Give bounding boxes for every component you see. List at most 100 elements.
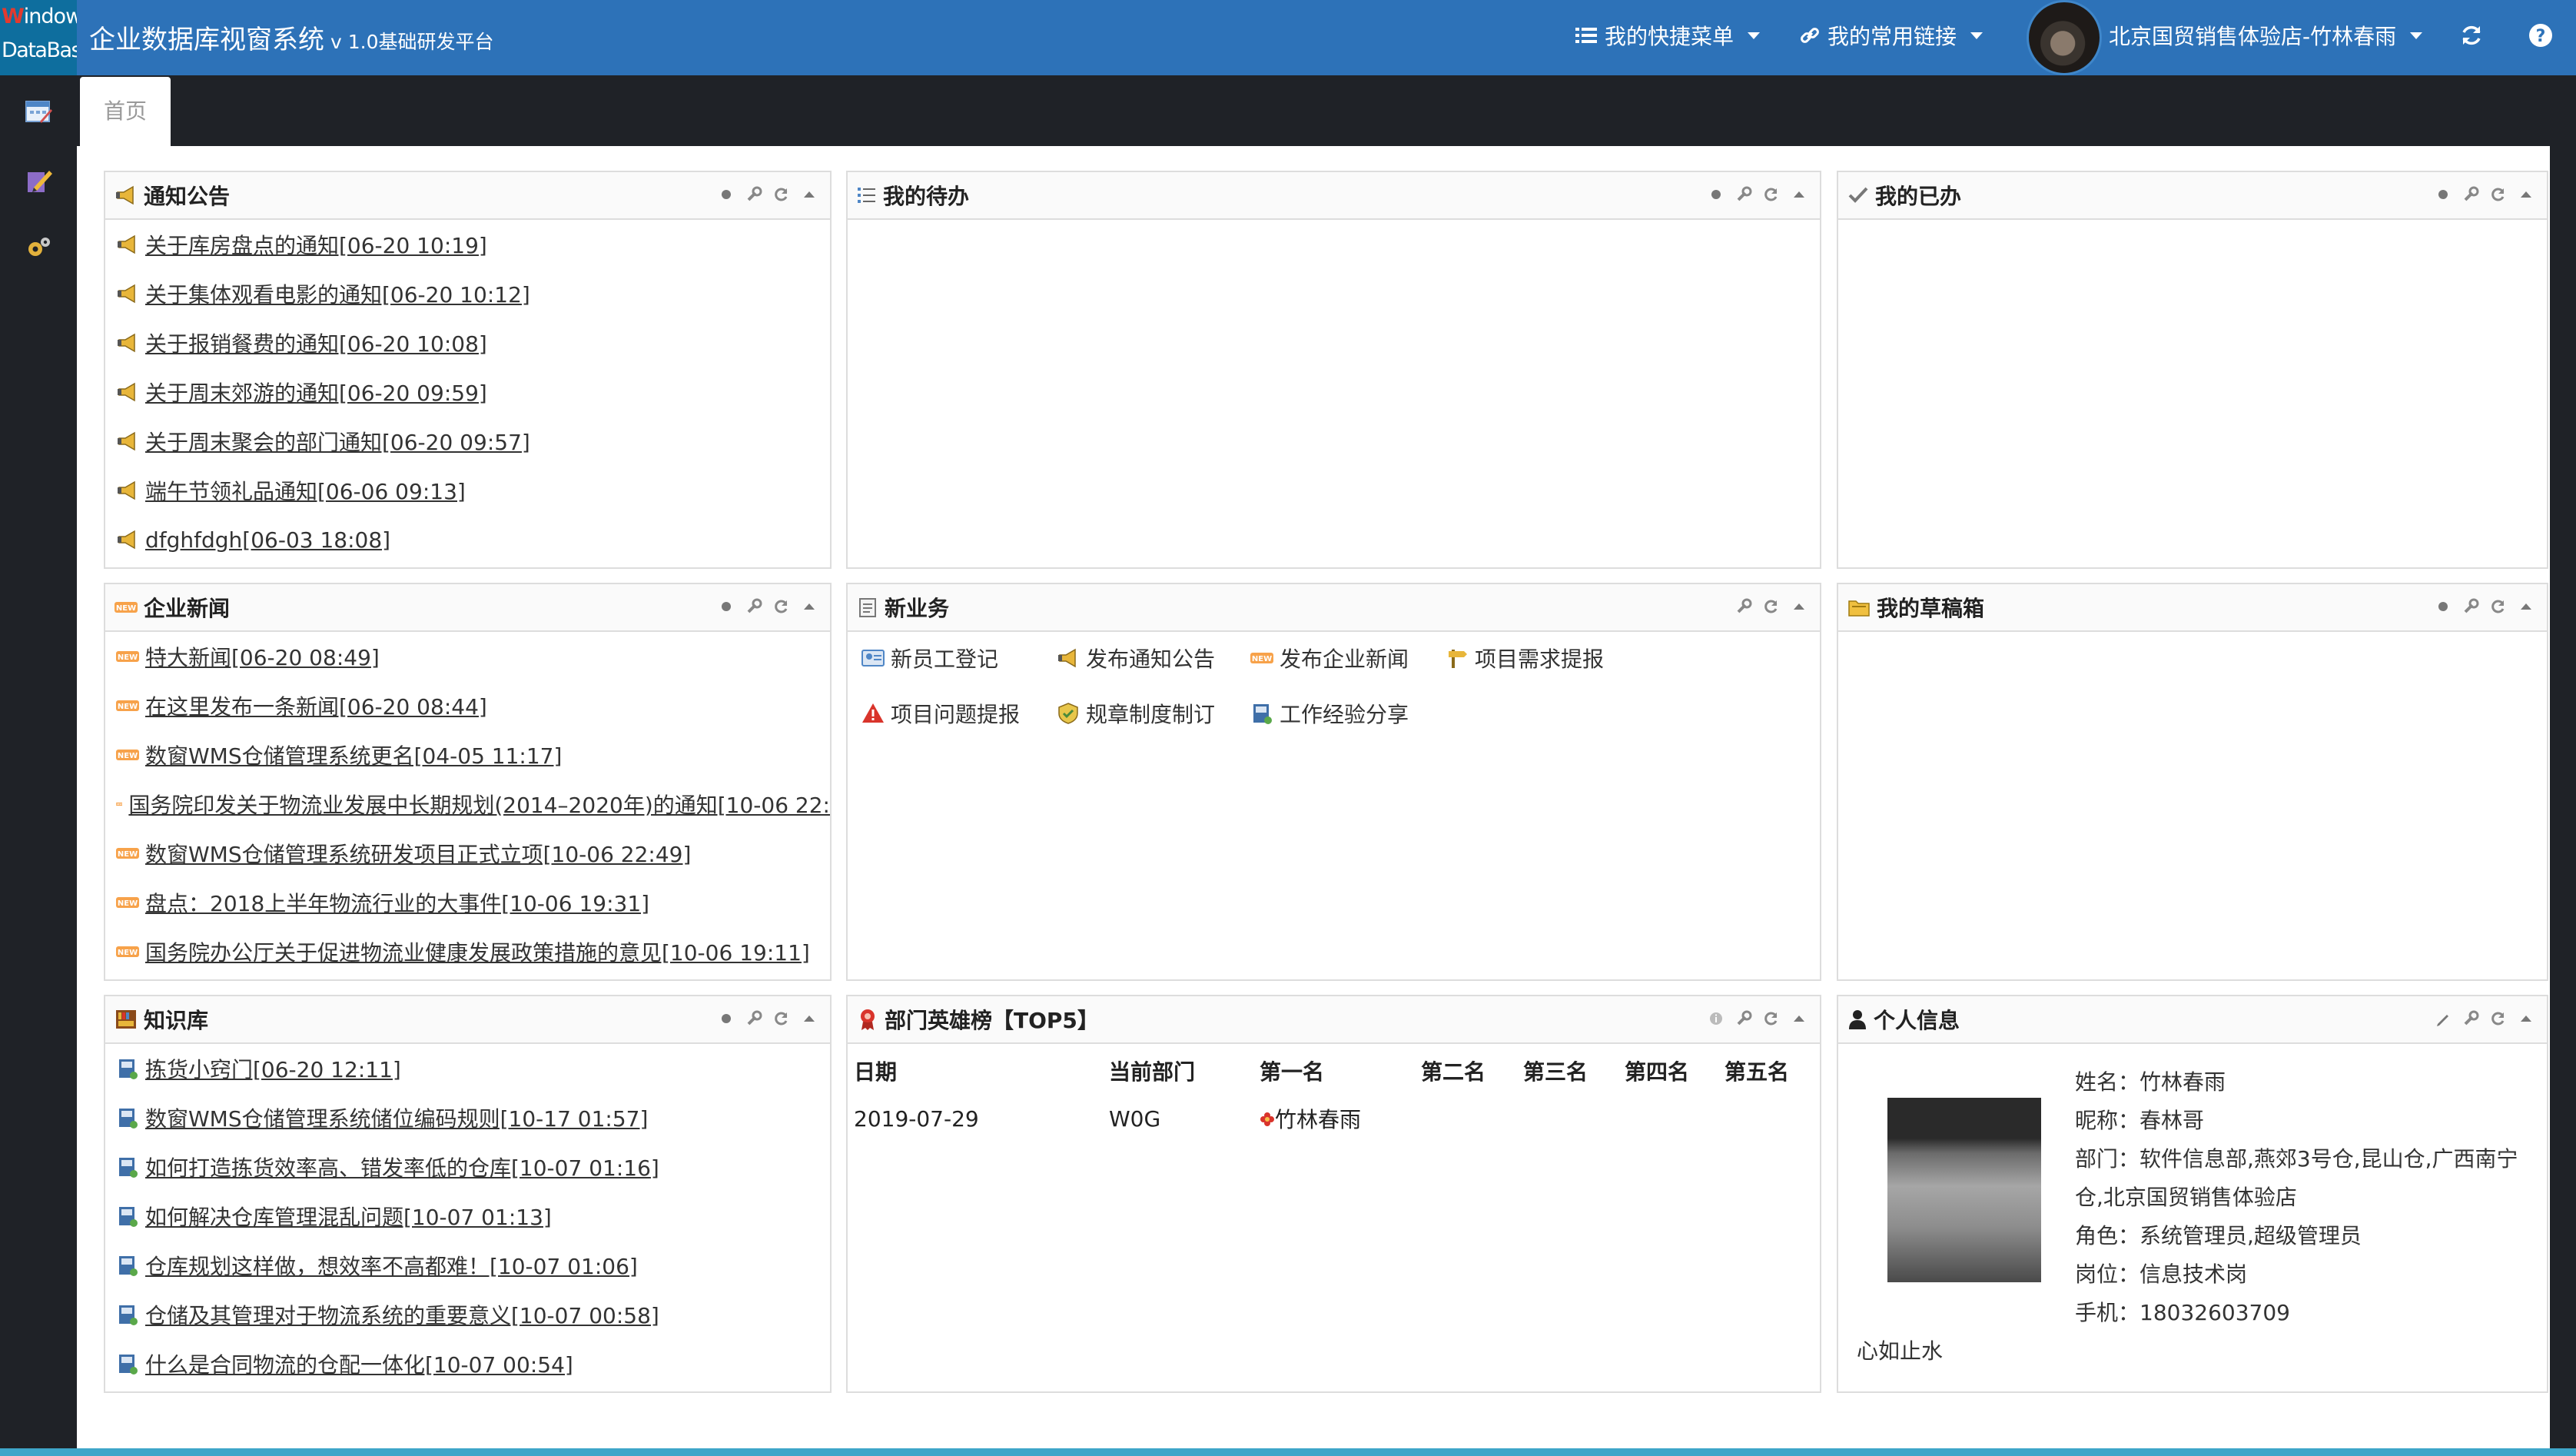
- profile-name: 姓名：竹林春雨: [2075, 1069, 2226, 1095]
- quick-menu-dropdown[interactable]: 我的快捷菜单: [1575, 20, 1761, 51]
- list-item[interactable]: 仓库规划这样做，想效率不高都难！[10-07 01:06]: [105, 1241, 830, 1290]
- edit-icon[interactable]: [23, 165, 54, 195]
- biz-rules[interactable]: 规章制度制订: [1057, 698, 1215, 729]
- list-item-link[interactable]: 仓库规划这样做，想效率不高都难！[10-07 01:06]: [145, 1250, 638, 1281]
- dot-icon[interactable]: [2435, 186, 2452, 203]
- list-item[interactable]: 什么是合同物流的仓配一体化[10-07 00:54]: [105, 1339, 830, 1388]
- chevron-up-icon[interactable]: [801, 598, 818, 615]
- list-item-link[interactable]: 仓储及其管理对于物流系统的重要意义[10-07 00:58]: [145, 1299, 659, 1330]
- refresh-icon[interactable]: [773, 186, 790, 203]
- list-item-link[interactable]: 数窗WMS仓储管理系统研发项目正式立项[10-06 22:49]: [145, 838, 691, 869]
- list-item-link[interactable]: 关于集体观看电影的通知[06-20 10:12]: [145, 278, 530, 309]
- app-logo[interactable]: Window DataBase: [0, 0, 77, 75]
- dot-icon[interactable]: [718, 598, 735, 615]
- user-menu-dropdown[interactable]: 北京国贸销售体验店-竹林春雨: [2109, 20, 2423, 51]
- list-item[interactable]: 仓储及其管理对于物流系统的重要意义[10-07 00:58]: [105, 1290, 830, 1339]
- list-item[interactable]: NEW 在这里发布一条新闻[06-20 08:44]: [105, 681, 830, 730]
- chevron-up-icon[interactable]: [801, 186, 818, 203]
- list-item-link[interactable]: 端午节领礼品通知[06-06 09:13]: [145, 475, 466, 506]
- list-item[interactable]: NEW 国务院印发关于物流业发展中长期规划(2014–2020年)的通知[10-0…: [105, 780, 830, 829]
- refresh-icon[interactable]: [1763, 598, 1780, 615]
- info-icon[interactable]: [1708, 1010, 1725, 1027]
- list-item-link[interactable]: 关于报销餐费的通知[06-20 10:08]: [145, 327, 487, 358]
- chevron-up-icon[interactable]: [1791, 598, 1808, 615]
- common-links-dropdown[interactable]: 我的常用链接: [1800, 20, 1983, 51]
- refresh-icon[interactable]: [2459, 23, 2484, 54]
- list-item-link[interactable]: 在这里发布一条新闻[06-20 08:44]: [145, 690, 487, 721]
- list-item[interactable]: NEW 国务院办公厅关于促进物流业健康发展政策措施的意见[10-06 19:11]: [105, 927, 830, 976]
- biz-publish-news[interactable]: NEW 发布企业新闻: [1250, 643, 1409, 673]
- svg-text:NEW: NEW: [118, 949, 138, 957]
- wrench-icon[interactable]: [1735, 1010, 1752, 1027]
- biz-label: 发布企业新闻: [1280, 647, 1409, 672]
- chevron-up-icon[interactable]: [2518, 598, 2535, 615]
- wrench-icon[interactable]: [2462, 186, 2479, 203]
- dot-icon[interactable]: [1708, 186, 1725, 203]
- svg-text:NEW: NEW: [118, 703, 138, 711]
- wrench-icon[interactable]: [745, 598, 762, 615]
- chevron-up-icon[interactable]: [801, 1010, 818, 1027]
- list-item-link[interactable]: dfghfdgh[06-03 18:08]: [145, 527, 390, 553]
- dot-icon[interactable]: [2435, 598, 2452, 615]
- list-item-link[interactable]: 关于库房盘点的通知[06-20 10:19]: [145, 229, 487, 260]
- wrench-icon[interactable]: [1735, 598, 1752, 615]
- list-item-link[interactable]: 盘点：2018上半年物流行业的大事件[10-06 19:31]: [145, 887, 649, 918]
- list-item-link[interactable]: 数窗WMS仓储管理系统储位编码规则[10-17 01:57]: [145, 1102, 648, 1133]
- list-item[interactable]: 数窗WMS仓储管理系统储位编码规则[10-17 01:57]: [105, 1093, 830, 1142]
- refresh-icon[interactable]: [773, 598, 790, 615]
- list-item-link[interactable]: 拣货小窍门[06-20 12:11]: [145, 1053, 401, 1084]
- user-avatar[interactable]: [2027, 0, 2102, 75]
- wrench-icon[interactable]: [1735, 186, 1752, 203]
- refresh-icon[interactable]: [2490, 186, 2507, 203]
- list-item[interactable]: 关于报销餐费的通知[06-20 10:08]: [105, 318, 830, 367]
- list-item-link[interactable]: 如何解决仓库管理混乱问题[10-07 01:13]: [145, 1201, 552, 1232]
- biz-project-issue[interactable]: 项目问题提报: [861, 698, 1020, 729]
- dot-icon[interactable]: [718, 186, 735, 203]
- refresh-icon[interactable]: [2490, 598, 2507, 615]
- pencil-icon[interactable]: [2435, 1010, 2452, 1027]
- list-item[interactable]: 端午节领礼品通知[06-06 09:13]: [105, 466, 830, 515]
- biz-publish-notice[interactable]: 发布通知公告: [1057, 643, 1215, 673]
- chevron-up-icon[interactable]: [1791, 1010, 1808, 1027]
- chevron-up-icon[interactable]: [2518, 186, 2535, 203]
- list-item[interactable]: 如何打造拣货效率高、错发率低的仓库[10-07 01:16]: [105, 1142, 830, 1192]
- list-item-link[interactable]: 关于周末郊游的通知[06-20 09:59]: [145, 377, 487, 407]
- biz-project-requirement[interactable]: 项目需求提报: [1446, 643, 1604, 673]
- wrench-icon[interactable]: [2462, 1010, 2479, 1027]
- biz-new-employee[interactable]: 新员工登记: [861, 643, 998, 673]
- list-item-link[interactable]: 关于周末聚会的部门通知[06-20 09:57]: [145, 426, 530, 457]
- help-icon[interactable]: ?: [2528, 23, 2553, 54]
- list-item[interactable]: NEW 数窗WMS仓储管理系统更名[04-05 11:17]: [105, 730, 830, 780]
- list-item[interactable]: NEW 特大新闻[06-20 08:49]: [105, 632, 830, 681]
- list-item[interactable]: 如何解决仓库管理混乱问题[10-07 01:13]: [105, 1192, 830, 1241]
- wrench-icon[interactable]: [745, 1010, 762, 1027]
- list-item[interactable]: dfghfdgh[06-03 18:08]: [105, 515, 830, 564]
- list-item-link[interactable]: 数窗WMS仓储管理系统更名[04-05 11:17]: [145, 740, 562, 770]
- refresh-icon[interactable]: [773, 1010, 790, 1027]
- list-item-link[interactable]: 国务院办公厅关于促进物流业健康发展政策措施的意见[10-06 19:11]: [145, 936, 810, 967]
- dot-icon[interactable]: [718, 1010, 735, 1027]
- list-item[interactable]: NEW 盘点：2018上半年物流行业的大事件[10-06 19:31]: [105, 878, 830, 927]
- chevron-up-icon[interactable]: [1791, 186, 1808, 203]
- refresh-icon[interactable]: [1763, 1010, 1780, 1027]
- calendar-icon[interactable]: [23, 95, 54, 126]
- list-item-link[interactable]: 什么是合同物流的仓配一体化[10-07 00:54]: [145, 1348, 573, 1379]
- list-item[interactable]: 关于集体观看电影的通知[06-20 10:12]: [105, 269, 830, 318]
- list-item[interactable]: 关于周末聚会的部门通知[06-20 09:57]: [105, 417, 830, 466]
- list-item[interactable]: 关于周末郊游的通知[06-20 09:59]: [105, 367, 830, 417]
- list-item[interactable]: 拣货小窍门[06-20 12:11]: [105, 1044, 830, 1093]
- wrench-icon[interactable]: [2462, 598, 2479, 615]
- panel-news: NEW 企业新闻 NEW 特大新闻[06-20 08:49] NEW 在这里发布一条…: [104, 583, 832, 981]
- list-item-link[interactable]: 如何打造拣货效率高、错发率低的仓库[10-07 01:16]: [145, 1152, 659, 1182]
- wrench-icon[interactable]: [745, 186, 762, 203]
- list-item[interactable]: NEW 数窗WMS仓储管理系统研发项目正式立项[10-06 22:49]: [105, 829, 830, 878]
- refresh-icon[interactable]: [2490, 1010, 2507, 1027]
- list-item-link[interactable]: 国务院印发关于物流业发展中长期规划(2014–2020年)的通知[10-06 2…: [128, 789, 830, 819]
- chevron-up-icon[interactable]: [2518, 1010, 2535, 1027]
- tab-home[interactable]: 首页: [80, 77, 171, 146]
- biz-experience-share[interactable]: 工作经验分享: [1250, 698, 1409, 729]
- refresh-icon[interactable]: [1763, 186, 1780, 203]
- list-item-link[interactable]: 特大新闻[06-20 08:49]: [145, 641, 380, 672]
- list-item[interactable]: 关于库房盘点的通知[06-20 10:19]: [105, 220, 830, 269]
- gear-icon[interactable]: [23, 232, 54, 263]
